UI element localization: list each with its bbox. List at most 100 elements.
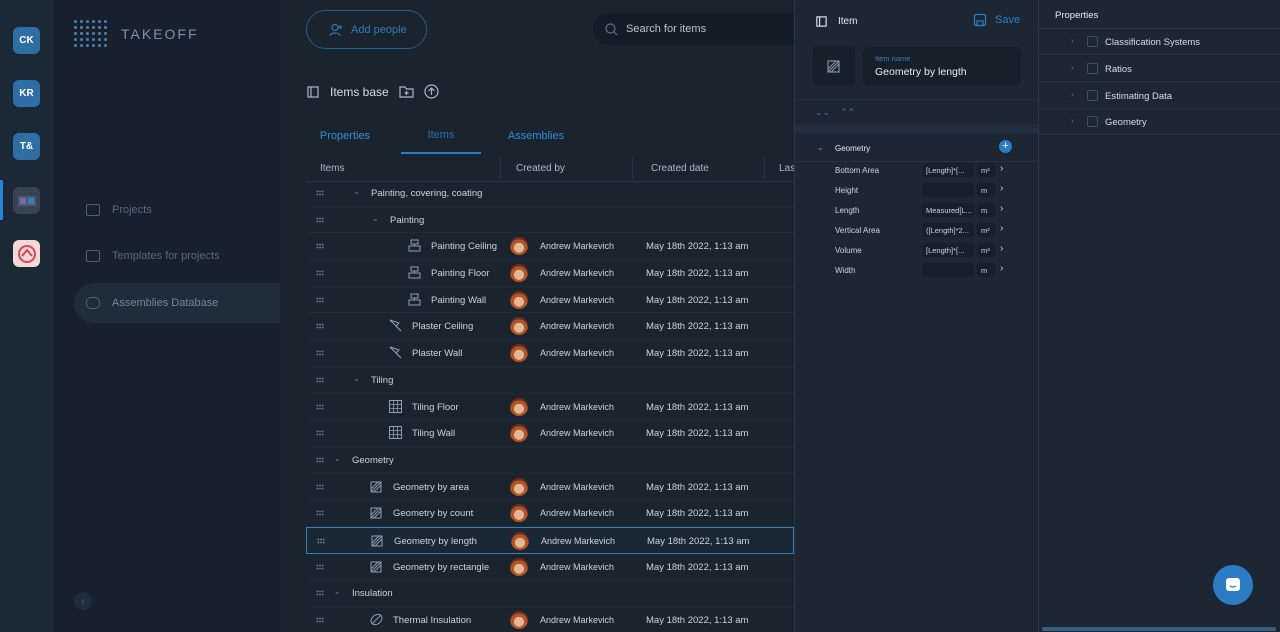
property-group-ratios[interactable]: › Ratios: [1039, 56, 1280, 82]
group-row[interactable]: ⌄ Insulation: [306, 580, 794, 607]
property-value-input[interactable]: [Length]*[...: [922, 163, 974, 177]
chevron-right-icon[interactable]: ›: [1071, 63, 1074, 72]
drag-handle-icon[interactable]: [316, 376, 324, 383]
save-button[interactable]: Save: [973, 13, 1020, 27]
property-value-input[interactable]: [Length]*[...: [922, 243, 974, 257]
column-header-last[interactable]: Las: [779, 163, 795, 174]
upload-icon[interactable]: [424, 84, 439, 99]
table-row[interactable]: Geometry by count Andrew Markevich May 18t…: [306, 500, 794, 527]
property-value-input[interactable]: Measured[L...: [922, 203, 974, 217]
chevron-right-icon[interactable]: ›: [1071, 116, 1074, 125]
property-value-input[interactable]: [922, 183, 974, 197]
created-by: Andrew Markevich: [540, 508, 615, 519]
drag-handle-icon[interactable]: [316, 323, 324, 330]
group-row[interactable]: ⌄ Tiling: [306, 367, 794, 394]
drag-handle-icon[interactable]: [316, 216, 324, 223]
table-row[interactable]: Plaster Wall Andrew Markevich May 18th 202…: [306, 340, 794, 367]
table-row[interactable]: Geometry by length Andrew Markevich May 18…: [306, 526, 794, 554]
drag-handle-icon[interactable]: [316, 510, 324, 517]
column-header-created-date[interactable]: Created date: [651, 163, 709, 174]
drag-handle-icon[interactable]: [316, 403, 324, 410]
property-unit-select[interactable]: m²: [977, 163, 995, 177]
chevron-down-icon[interactable]: ⌄: [372, 214, 379, 223]
drag-handle-icon[interactable]: [316, 296, 324, 303]
drag-handle-icon[interactable]: [316, 483, 324, 490]
tab-properties[interactable]: Properties: [306, 118, 384, 154]
chat-button[interactable]: [1213, 565, 1253, 605]
column-header-items[interactable]: Items: [320, 163, 344, 174]
item-name-field[interactable]: Item name Geometry by length: [863, 47, 1021, 85]
item-thumbnail[interactable]: [813, 46, 855, 86]
property-value-input[interactable]: ([Length]*2...: [922, 223, 974, 237]
horizontal-scrollbar[interactable]: [1042, 627, 1276, 631]
property-unit-select[interactable]: m: [977, 263, 995, 277]
workspace-t[interactable]: T&: [13, 133, 40, 160]
property-unit-select[interactable]: m: [977, 203, 995, 217]
drag-handle-icon[interactable]: [316, 590, 324, 597]
drag-handle-icon[interactable]: [316, 270, 324, 277]
chevron-right-icon[interactable]: ›: [1071, 90, 1074, 99]
property-unit-select[interactable]: m²: [977, 223, 995, 237]
chevron-right-icon[interactable]: ›: [1071, 36, 1074, 45]
add-people-button[interactable]: Add people: [306, 10, 427, 49]
column-header-created-by[interactable]: Created by: [516, 163, 565, 174]
checkbox[interactable]: [1087, 63, 1098, 74]
chevron-right-icon[interactable]: ›: [1000, 263, 1003, 274]
property-group-geometry[interactable]: › Geometry: [1039, 109, 1280, 135]
collapse-all-icon[interactable]: ⌃⌃: [840, 107, 855, 118]
property-group-estimating-data[interactable]: › Estimating Data: [1039, 83, 1280, 109]
chevron-right-icon[interactable]: ›: [1000, 243, 1003, 254]
chevron-down-icon[interactable]: ⌄: [353, 374, 360, 383]
table-row[interactable]: Geometry by area Andrew Markevich May 18th…: [306, 474, 794, 501]
chat-icon: [1226, 578, 1240, 591]
property-group-classification-systems[interactable]: › Classification Systems: [1039, 29, 1280, 55]
chevron-down-icon[interactable]: ⌄: [353, 187, 360, 196]
chevron-right-icon[interactable]: ›: [1000, 223, 1003, 234]
add-folder-icon[interactable]: [399, 85, 414, 98]
sidebar-item-assemblies-database[interactable]: Assemblies Database: [74, 283, 280, 323]
table-row[interactable]: Tiling Floor Andrew Markevich May 18th 202…: [306, 394, 794, 421]
table-row[interactable]: Painting Wall Andrew Markevich May 18th 20…: [306, 287, 794, 314]
checkbox[interactable]: [1087, 116, 1098, 127]
collapse-sidebar-button[interactable]: ‹: [74, 592, 92, 610]
checkbox[interactable]: [1087, 90, 1098, 101]
sidebar-item-templates[interactable]: Templates for projects: [74, 236, 280, 276]
drag-handle-icon[interactable]: [317, 537, 325, 544]
drag-handle-icon[interactable]: [316, 190, 324, 196]
table-row[interactable]: Plaster Ceiling Andrew Markevich May 18th …: [306, 313, 794, 341]
drag-handle-icon[interactable]: [316, 430, 324, 437]
tab-assemblies[interactable]: Assemblies: [496, 118, 576, 154]
workspace-image-icon[interactable]: [13, 187, 40, 214]
group-row[interactable]: ⌄ Painting: [306, 207, 794, 234]
drag-handle-icon[interactable]: [316, 243, 324, 250]
created-by: Andrew Markevich: [540, 401, 615, 412]
table-row[interactable]: Thermal Insulation Andrew Markevich May 18…: [306, 607, 794, 632]
workspace-logo-icon[interactable]: [13, 240, 40, 267]
drag-handle-icon[interactable]: [316, 563, 324, 570]
chevron-right-icon[interactable]: ›: [1000, 183, 1003, 194]
workspace-kr[interactable]: KR: [13, 80, 40, 107]
workspace-ck[interactable]: CK: [13, 27, 40, 54]
tab-items[interactable]: Items: [401, 118, 481, 154]
expand-all-icon[interactable]: ⌄⌄: [815, 107, 830, 118]
chevron-down-icon[interactable]: ⌄: [334, 454, 341, 463]
sidebar-item-projects[interactable]: Projects: [74, 190, 280, 230]
drag-handle-icon[interactable]: [316, 350, 324, 357]
property-unit-select[interactable]: m³: [977, 243, 995, 257]
property-unit-select[interactable]: m: [977, 183, 995, 197]
drag-handle-icon[interactable]: [316, 456, 324, 463]
property-value-input[interactable]: [922, 263, 974, 277]
chevron-right-icon[interactable]: ›: [1000, 163, 1003, 174]
add-property-button[interactable]: +: [999, 140, 1012, 153]
chevron-right-icon[interactable]: ›: [1000, 203, 1003, 214]
table-row[interactable]: Painting Floor Andrew Markevich May 18th 2…: [306, 260, 794, 287]
group-row[interactable]: ⌄ Painting, covering, coating: [306, 180, 794, 207]
drag-handle-icon[interactable]: [316, 617, 324, 623]
table-row[interactable]: Geometry by rectangle Andrew Markevich May…: [306, 554, 794, 581]
search-input[interactable]: Search for items: [593, 13, 813, 45]
group-row[interactable]: ⌄ Geometry: [306, 447, 794, 474]
table-row[interactable]: Painting Ceiling Andrew Markevich May 18th…: [306, 233, 794, 261]
chevron-down-icon[interactable]: ⌄: [334, 587, 341, 596]
checkbox[interactable]: [1087, 36, 1098, 47]
table-row[interactable]: Tiling Wall Andrew Markevich May 18th 2022…: [306, 420, 794, 447]
